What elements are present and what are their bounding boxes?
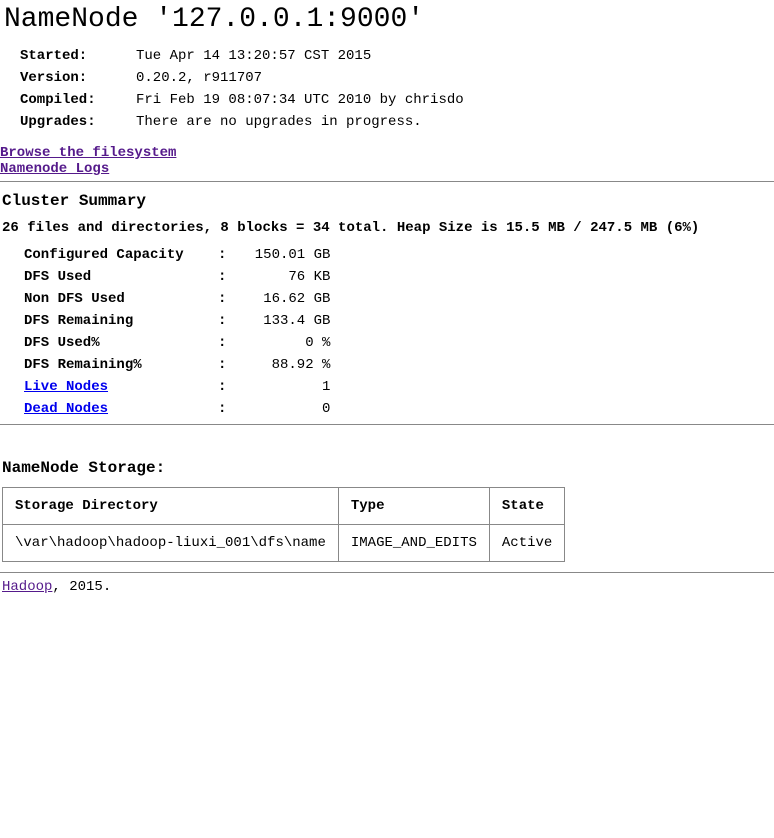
dfs-remaining-value: 133.4 GB <box>236 310 334 332</box>
colon: : <box>208 244 236 266</box>
divider <box>0 181 774 182</box>
dfs-used-pct-value: 0 % <box>236 332 334 354</box>
storage-header-state: State <box>489 488 564 525</box>
storage-table: Storage Directory Type State \var\hadoop… <box>2 487 565 562</box>
version-value: 0.20.2, r911707 <box>136 67 470 89</box>
started-value: Tue Apr 14 13:20:57 CST 2015 <box>136 45 470 67</box>
dead-nodes-value: 0 <box>236 398 334 420</box>
dfs-remaining-pct-value: 88.92 % <box>236 354 334 376</box>
configured-capacity-value: 150.01 GB <box>236 244 334 266</box>
non-dfs-used-label: Non DFS Used <box>20 288 208 310</box>
live-nodes-value: 1 <box>236 376 334 398</box>
dfs-used-pct-label: DFS Used% <box>20 332 208 354</box>
hadoop-footer-link[interactable]: Hadoop <box>2 579 52 595</box>
table-row: \var\hadoop\hadoop-liuxi_001\dfs\name IM… <box>3 525 565 562</box>
storage-heading: NameNode Storage: <box>2 459 774 477</box>
cluster-summary-heading: Cluster Summary <box>2 192 774 210</box>
footer: Hadoop, 2015. <box>2 579 774 595</box>
colon: : <box>208 354 236 376</box>
cluster-summary-text: 26 files and directories, 8 blocks = 34 … <box>2 220 774 236</box>
configured-capacity-label: Configured Capacity <box>20 244 208 266</box>
dfs-used-label: DFS Used <box>20 266 208 288</box>
storage-header-dir: Storage Directory <box>3 488 339 525</box>
divider <box>0 424 774 425</box>
storage-dir-value: \var\hadoop\hadoop-liuxi_001\dfs\name <box>3 525 339 562</box>
dead-nodes-label: Dead Nodes <box>20 398 208 420</box>
dfs-remaining-label: DFS Remaining <box>20 310 208 332</box>
colon: : <box>208 376 236 398</box>
storage-state-value: Active <box>489 525 564 562</box>
colon: : <box>208 398 236 420</box>
page-title: NameNode '127.0.0.1:9000' <box>4 4 774 35</box>
upgrades-value: There are no upgrades in progress. <box>136 111 470 133</box>
non-dfs-used-value: 16.62 GB <box>236 288 334 310</box>
nav-links: Browse the filesystem Namenode Logs <box>0 145 774 177</box>
colon: : <box>208 310 236 332</box>
storage-type-value: IMAGE_AND_EDITS <box>338 525 489 562</box>
namenode-logs-link[interactable]: Namenode Logs <box>0 161 109 177</box>
dead-nodes-link[interactable]: Dead Nodes <box>24 401 108 417</box>
cluster-table: Configured Capacity : 150.01 GB DFS Used… <box>20 244 334 420</box>
footer-year: , 2015. <box>52 579 111 595</box>
info-table: Started: Tue Apr 14 13:20:57 CST 2015 Ve… <box>20 45 470 133</box>
colon: : <box>208 288 236 310</box>
browse-filesystem-link[interactable]: Browse the filesystem <box>0 145 176 161</box>
colon: : <box>208 332 236 354</box>
compiled-value: Fri Feb 19 08:07:34 UTC 2010 by chrisdo <box>136 89 470 111</box>
dfs-used-value: 76 KB <box>236 266 334 288</box>
started-label: Started: <box>20 45 136 67</box>
upgrades-label: Upgrades: <box>20 111 136 133</box>
live-nodes-link[interactable]: Live Nodes <box>24 379 108 395</box>
divider <box>0 572 774 573</box>
dfs-remaining-pct-label: DFS Remaining% <box>20 354 208 376</box>
colon: : <box>208 266 236 288</box>
compiled-label: Compiled: <box>20 89 136 111</box>
storage-header-type: Type <box>338 488 489 525</box>
version-label: Version: <box>20 67 136 89</box>
live-nodes-label: Live Nodes <box>20 376 208 398</box>
